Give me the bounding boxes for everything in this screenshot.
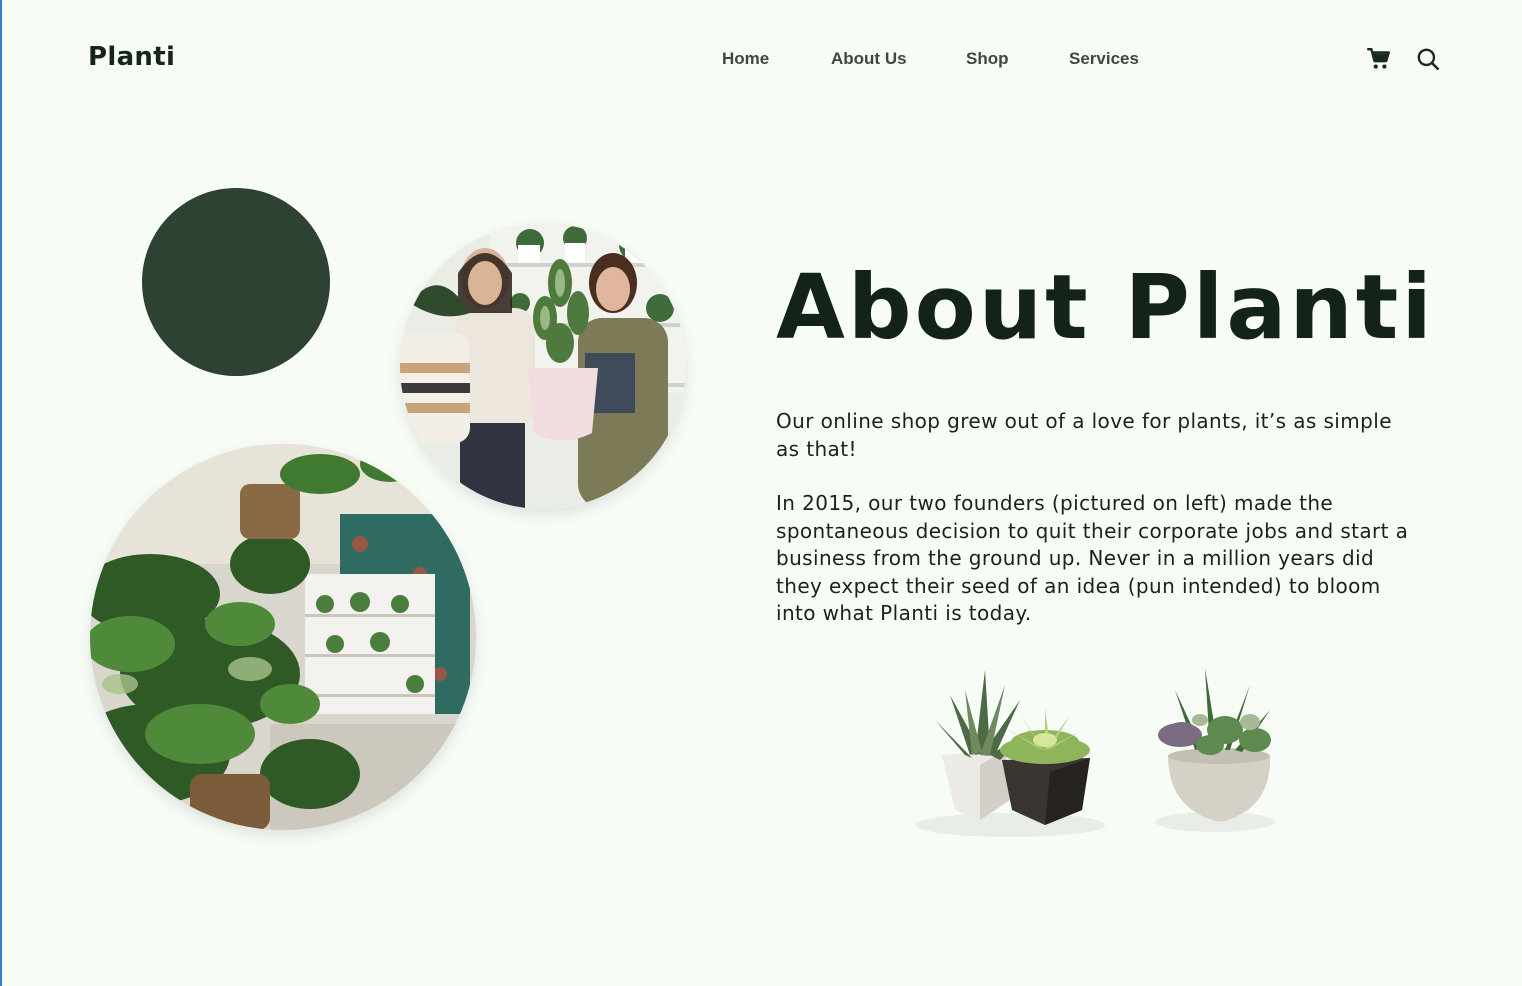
story-paragraph: In 2015, our two founders (pictured on l… (776, 491, 1409, 625)
cart-icon (1366, 48, 1390, 69)
succulent-plants-image (910, 660, 1310, 850)
nav-home[interactable]: Home (722, 49, 769, 69)
site-header: Planti Home About Us Shop Services (0, 0, 1522, 120)
nav-about-us[interactable]: About Us (831, 49, 907, 69)
nav-services[interactable]: Services (1069, 49, 1139, 69)
nav-shop[interactable]: Shop (966, 49, 1009, 69)
shop-interior-photo (90, 444, 476, 830)
decorative-green-circle (142, 188, 330, 376)
intro-paragraph: Our online shop grew out of a love for p… (776, 409, 1392, 461)
window-edge (0, 0, 2, 986)
founders-photo (400, 223, 686, 509)
page-title: About Planti (776, 254, 1435, 359)
main-nav: Home About Us Shop Services (0, 49, 1522, 73)
search-icon (1417, 48, 1440, 71)
search-button[interactable] (1413, 44, 1443, 74)
cart-button[interactable] (1364, 44, 1394, 74)
